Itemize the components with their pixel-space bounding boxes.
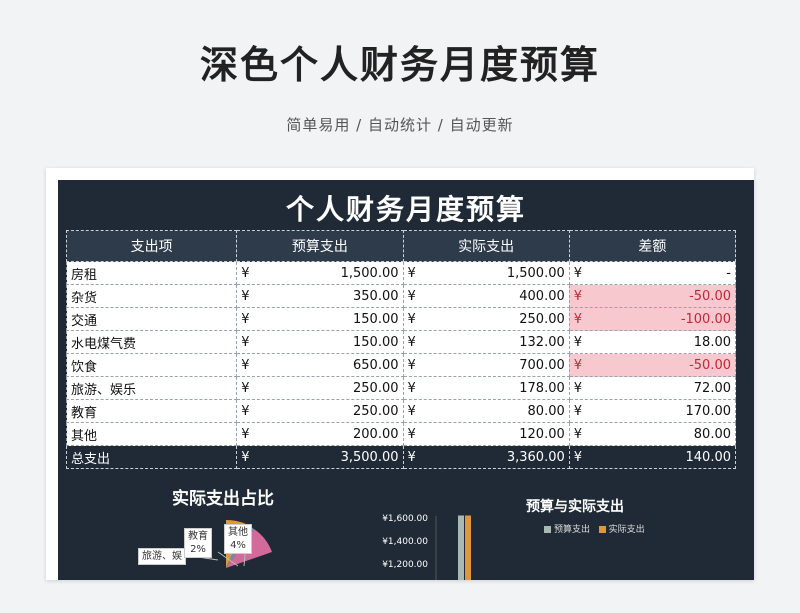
legend-swatch-actual <box>598 526 606 533</box>
header-budget: 预算支出 <box>236 230 404 262</box>
pie-label-travel: 旅游、娱 <box>138 548 186 565</box>
header-item: 支出项 <box>65 230 238 262</box>
total-row: 总支出 ¥3,500.00 ¥3,360.00 ¥140.00 <box>65 445 737 469</box>
cell-item[interactable]: 旅游、娱乐 <box>65 376 238 400</box>
table-row: 教育 ¥250.00 ¥80.00 ¥170.00 <box>65 399 737 423</box>
cell-actual[interactable]: ¥80.00 <box>402 399 570 423</box>
cell-diff[interactable]: ¥ - <box>568 261 737 285</box>
cell-budget[interactable]: ¥250.00 <box>236 376 404 400</box>
cell-budget[interactable]: ¥150.00 <box>236 307 404 331</box>
pie-chart-title: 实际支出占比 <box>172 489 274 509</box>
total-actual[interactable]: ¥3,360.00 <box>402 445 570 469</box>
table-row: 其他 ¥200.00 ¥120.00 ¥80.00 <box>65 422 737 446</box>
legend-actual: 实际支出 <box>608 525 645 535</box>
ytick-1400: ¥1,400.00 <box>382 537 428 547</box>
cell-item[interactable]: 饮食 <box>65 353 238 377</box>
cell-actual[interactable]: ¥1,500.00 <box>402 261 570 285</box>
pie-label-other: 其他 4% <box>224 524 252 554</box>
page-title: 深色个人财务月度预算 <box>199 43 600 87</box>
table-row: 杂货 ¥350.00 ¥400.00 ¥ -50.00 <box>65 284 737 308</box>
cell-budget[interactable]: ¥1,500.00 <box>236 261 404 285</box>
header-diff: 差额 <box>568 230 737 262</box>
bar-chart-title: 预算与实际支出 <box>526 499 624 515</box>
budget-sheet: 个人财务月度预算 支出项 预算支出 实际支出 差额 房租 ¥1,500.00 ¥1,… <box>58 180 754 580</box>
table-row: 房租 ¥1,500.00 ¥1,500.00 ¥ - <box>65 261 737 285</box>
legend-budget: 预算支出 <box>554 525 591 535</box>
pie-label-edu: 教育 2% <box>184 528 212 558</box>
cell-budget[interactable]: ¥150.00 <box>236 330 404 354</box>
total-budget[interactable]: ¥3,500.00 <box>236 445 404 469</box>
cell-budget[interactable]: ¥350.00 <box>236 284 404 308</box>
table-row: 交通 ¥150.00 ¥250.00 ¥ -100.00 <box>65 307 737 331</box>
total-diff[interactable]: ¥140.00 <box>568 445 737 469</box>
table-row: 水电煤气费 ¥150.00 ¥132.00 ¥18.00 <box>65 330 737 354</box>
bar-actual-0 <box>465 515 471 580</box>
cell-item[interactable]: 杂货 <box>65 284 238 308</box>
cell-diff[interactable]: ¥170.00 <box>568 399 737 423</box>
ytick-1200: ¥1,200.00 <box>382 560 428 570</box>
cell-actual[interactable]: ¥120.00 <box>402 422 570 446</box>
cell-actual[interactable]: ¥400.00 <box>402 284 570 308</box>
cell-diff[interactable]: ¥72.00 <box>568 376 737 400</box>
legend-swatch-budget <box>544 526 551 533</box>
page-subtitle: 简单易用 / 自动统计 / 自动更新 <box>286 116 514 134</box>
cell-budget[interactable]: ¥650.00 <box>236 353 404 377</box>
budget-table: 支出项 预算支出 实际支出 差额 房租 ¥1,500.00 ¥1,500.00 ¥ - 杂… <box>65 230 737 469</box>
total-label[interactable]: 总支出 <box>65 445 238 469</box>
sheet-title: 个人财务月度预算 <box>285 193 526 226</box>
cell-diff[interactable]: ¥18.00 <box>568 330 737 354</box>
cell-diff[interactable]: ¥80.00 <box>568 422 737 446</box>
ytick-1600: ¥1,600.00 <box>382 514 428 524</box>
cell-item[interactable]: 水电煤气费 <box>65 330 238 354</box>
cell-diff[interactable]: ¥ -50.00 <box>568 353 737 377</box>
cell-actual[interactable]: ¥700.00 <box>402 353 570 377</box>
cell-diff[interactable]: ¥ -50.00 <box>568 284 737 308</box>
cell-diff[interactable]: ¥ -100.00 <box>568 307 737 331</box>
header-actual: 实际支出 <box>402 230 570 262</box>
preview-card: 个人财务月度预算 支出项 预算支出 实际支出 差额 房租 ¥1,500.00 ¥1,… <box>46 168 754 580</box>
cell-actual[interactable]: ¥178.00 <box>402 376 570 400</box>
cell-actual[interactable]: ¥250.00 <box>402 307 570 331</box>
cell-item[interactable]: 交通 <box>65 307 238 331</box>
cell-actual[interactable]: ¥132.00 <box>402 330 570 354</box>
table-row: 旅游、娱乐 ¥250.00 ¥178.00 ¥72.00 <box>65 376 737 400</box>
cell-item[interactable]: 其他 <box>65 422 238 446</box>
table-row: 饮食 ¥650.00 ¥700.00 ¥ -50.00 <box>65 353 737 377</box>
cell-budget[interactable]: ¥200.00 <box>236 422 404 446</box>
cell-item[interactable]: 教育 <box>65 399 238 423</box>
bar-chart-legend: 预算支出 实际支出 <box>544 522 645 535</box>
cell-item[interactable]: 房租 <box>65 261 238 285</box>
bar-budget-0 <box>458 515 464 580</box>
cell-budget[interactable]: ¥250.00 <box>236 399 404 423</box>
table-header-row: 支出项 预算支出 实际支出 差额 <box>65 230 737 262</box>
